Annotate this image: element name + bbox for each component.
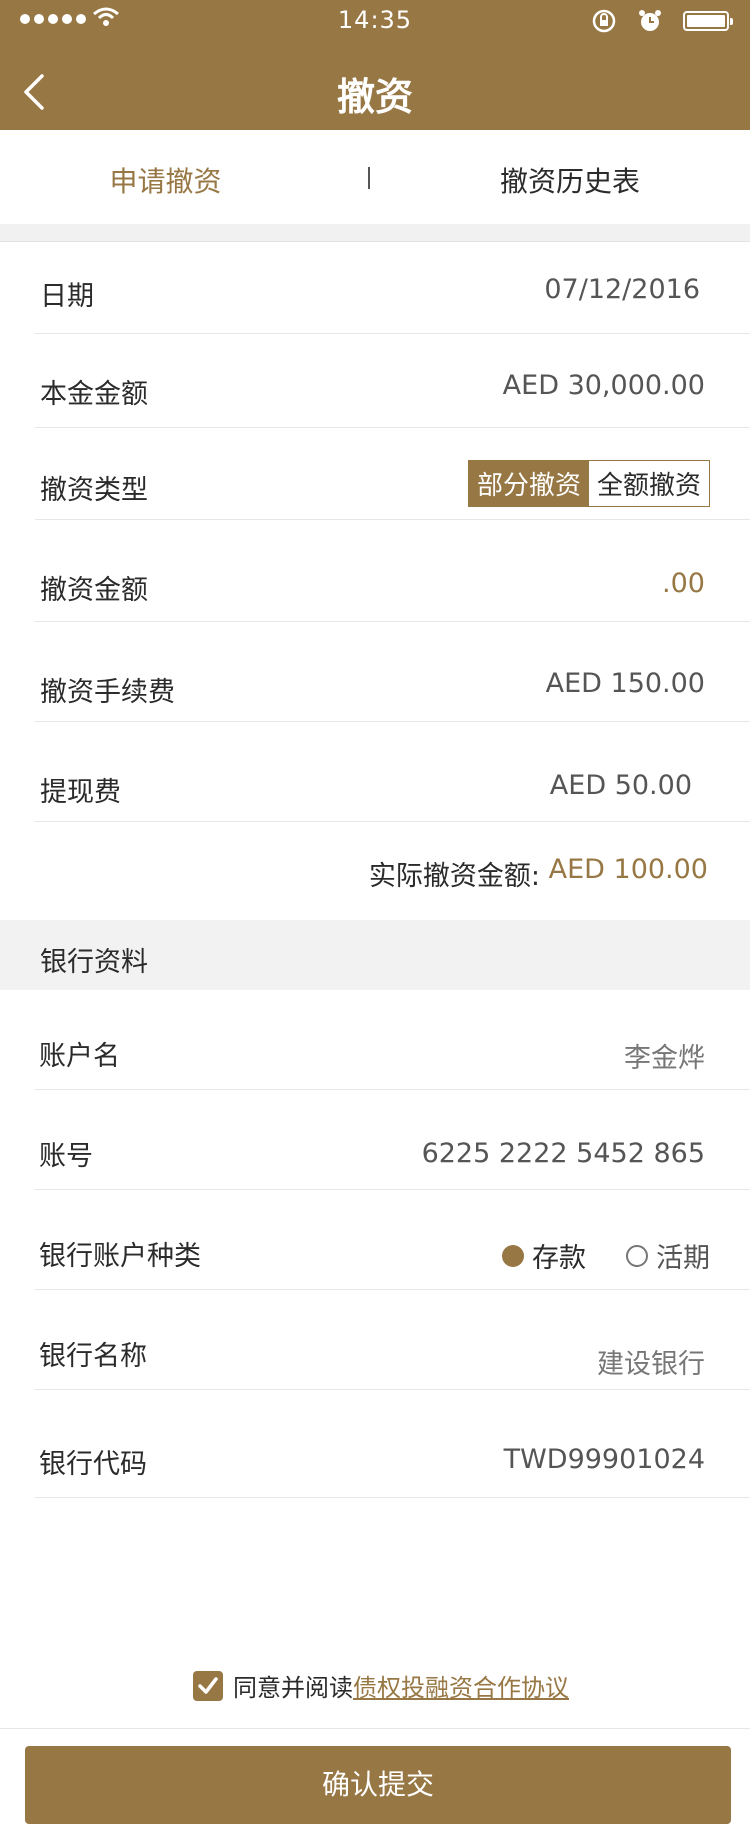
account-type-label: 银行账户种类 (39, 1241, 201, 1272)
agreement-checkbox[interactable] (193, 1670, 223, 1701)
account-type-row: 银行账户种类 存款 活期 (35, 1190, 750, 1290)
agreement-prefix: 同意并阅读 (233, 1674, 353, 1702)
partial-withdraw-option[interactable]: 部分撤资 (468, 461, 589, 506)
bank-code-row: 银行代码 TWD99901024 (35, 1390, 750, 1498)
bank-section-header: 银行资料 (0, 920, 750, 990)
cashout-fee-label: 提现费 (40, 777, 121, 808)
tab-withdraw-history[interactable]: 撤资历史表 (470, 160, 670, 200)
actual-amount-label: 实际撤资金额: (368, 861, 540, 892)
account-type-deposit[interactable]: 存款 (502, 1236, 586, 1275)
account-number-input[interactable]: 6225 2222 5452 865 (422, 1138, 705, 1169)
full-withdraw-option[interactable]: 全额撤资 (588, 461, 709, 506)
withdraw-fee-label: 撤资手续费 (40, 677, 175, 708)
tab-bar: 申请撤资 撤资历史表 (0, 130, 750, 227)
radio-selected-icon (502, 1244, 524, 1267)
bank-name-label: 银行名称 (39, 1341, 147, 1372)
alarm-icon (637, 8, 663, 38)
bank-code-label: 银行代码 (39, 1449, 147, 1480)
cashout-fee-row: 提现费 AED 50.00 (35, 722, 750, 822)
bank-name-row: 银行名称 建设银行 (35, 1290, 750, 1390)
date-row: 日期 07/12/2016 (35, 242, 750, 334)
principal-label: 本金金额 (40, 379, 148, 410)
account-name-label: 账户名 (39, 1041, 120, 1072)
tab-apply-withdraw[interactable]: 申请撤资 (78, 160, 253, 200)
account-name-input[interactable]: 李金烨 (624, 1036, 705, 1075)
page-title: 撤资 (336, 75, 413, 119)
account-type-current[interactable]: 活期 (626, 1236, 710, 1275)
withdraw-amount-label: 撤资金额 (40, 575, 148, 606)
bank-name-input[interactable]: 建设银行 (597, 1342, 705, 1381)
account-number-row: 账号 6225 2222 5452 865 (35, 1090, 750, 1190)
account-number-label: 账号 (39, 1141, 93, 1172)
section-spacer (0, 224, 750, 242)
tab-divider (368, 167, 370, 189)
withdraw-amount-row: 撤资金额 .00 (35, 520, 750, 622)
battery-icon (683, 11, 733, 31)
agreement-row: 同意并阅读 债权投融资合作协议 (193, 1668, 569, 1703)
date-label: 日期 (40, 281, 94, 312)
date-value: 07/12/2016 (544, 274, 700, 305)
account-type-current-label: 活期 (656, 1243, 710, 1274)
account-name-row: 账户名 李金烨 (35, 990, 750, 1090)
withdraw-type-label: 撤资类型 (40, 475, 148, 506)
bottom-divider (0, 1728, 750, 1729)
actual-amount-row: 实际撤资金额: AED 100.00 (0, 842, 750, 922)
app-header: 14:35 撤资 (0, 0, 750, 130)
account-type-radio-group: 存款 活期 (502, 1236, 710, 1275)
withdraw-type-row: 撤资类型 部分撤资 全额撤资 (35, 428, 750, 520)
cashout-fee-value: AED 50.00 (549, 770, 692, 801)
withdraw-fee-row: 撤资手续费 AED 150.00 (35, 622, 750, 722)
principal-value: AED 30,000.00 (502, 370, 705, 401)
rotation-lock-icon (590, 8, 618, 38)
agreement-link[interactable]: 债权投融资合作协议 (353, 1668, 569, 1703)
actual-amount-value: AED 100.00 (548, 854, 708, 885)
account-type-deposit-label: 存款 (532, 1243, 586, 1274)
withdraw-type-toggle: 部分撤资 全额撤资 (467, 460, 710, 507)
submit-button[interactable]: 确认提交 (25, 1746, 731, 1824)
status-bar: 14:35 (0, 0, 750, 40)
principal-row: 本金金额 AED 30,000.00 (35, 334, 750, 428)
bank-code-input[interactable]: TWD99901024 (504, 1444, 705, 1475)
withdraw-fee-value: AED 150.00 (545, 668, 705, 699)
withdraw-amount-input[interactable]: .00 (662, 568, 705, 599)
checkmark-icon (198, 1676, 218, 1694)
radio-unselected-icon (626, 1244, 648, 1267)
bank-section-title: 银行资料 (40, 947, 148, 978)
